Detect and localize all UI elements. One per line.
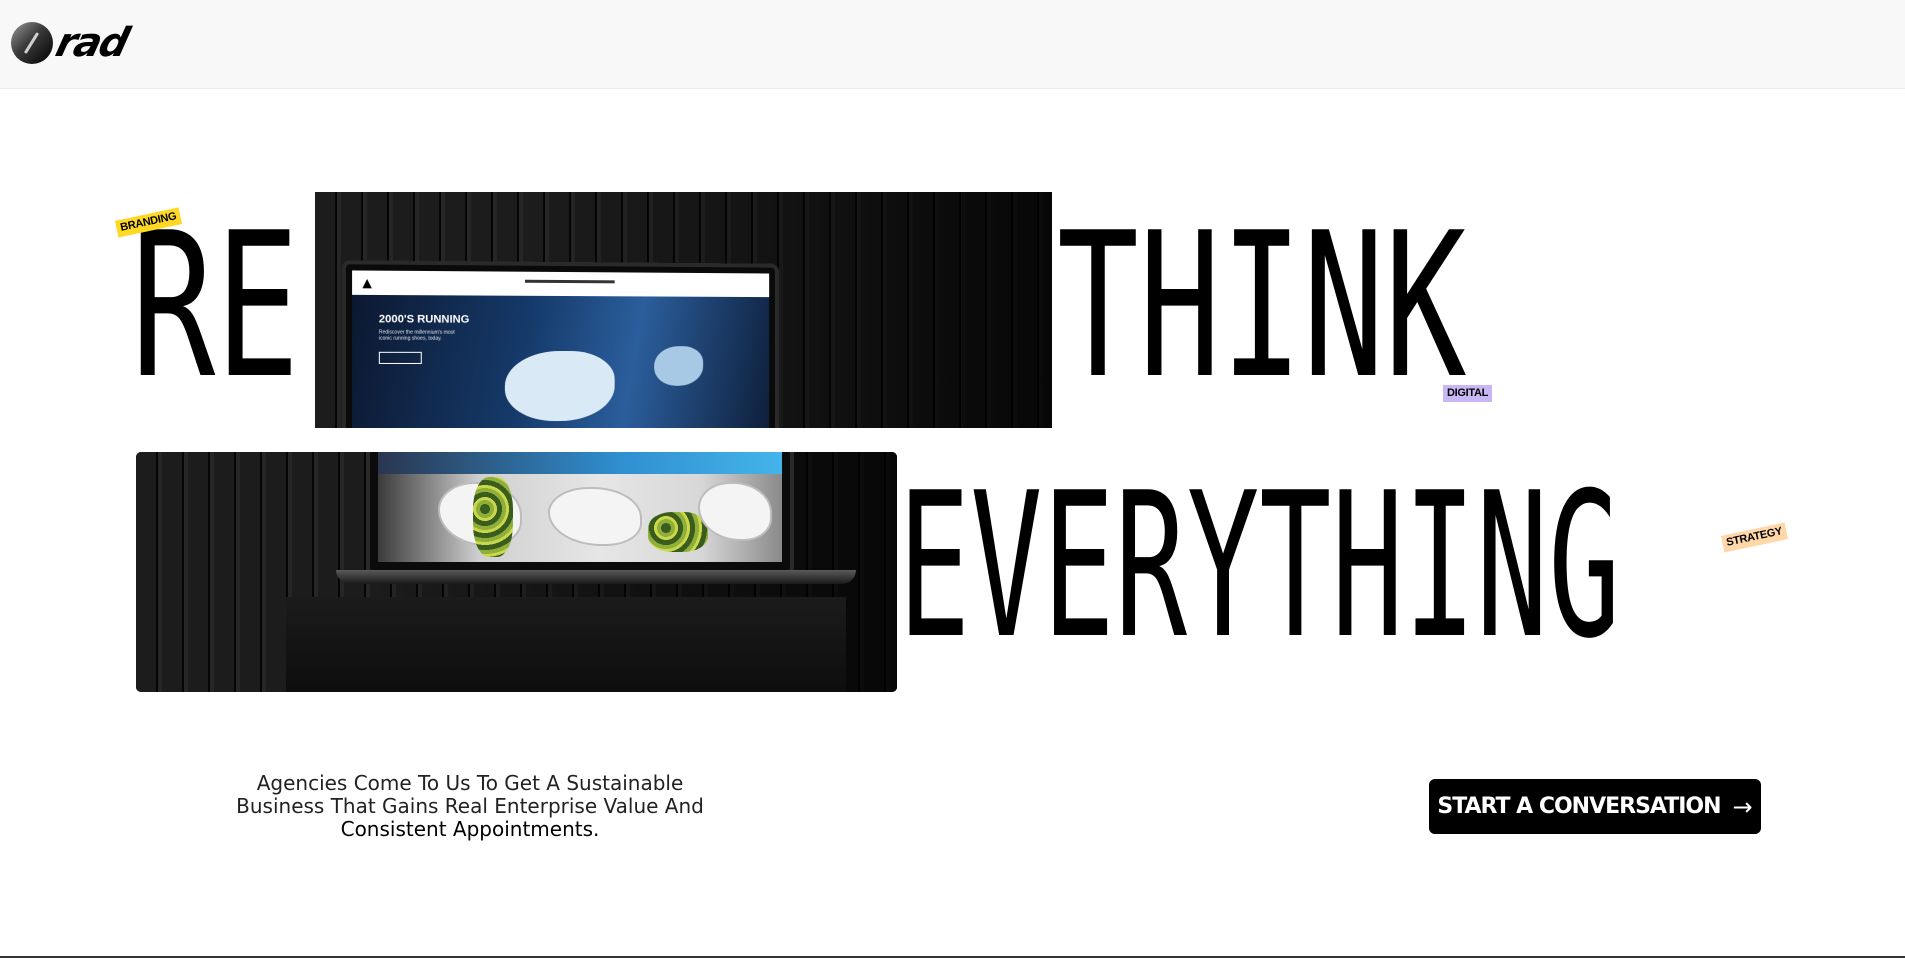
preview-nav: ▲ — [352, 270, 770, 298]
hero-word-everything: EVERYTHING — [898, 450, 1621, 683]
preview-subtitle: Rediscover the millennium's most iconic … — [378, 329, 455, 342]
hero-image-bottom — [136, 452, 897, 692]
start-conversation-button[interactable]: START A CONVERSATION → — [1429, 779, 1761, 834]
tagline: Agencies Come To Us To Get A Sustainable… — [210, 772, 730, 841]
website-preview: ▲ 2000'S RUNNING Rediscover the millenni… — [352, 270, 770, 428]
preview-button — [378, 351, 422, 364]
sneaker-image — [548, 487, 642, 546]
preview-top-bar — [378, 452, 782, 474]
tagline-line-3: Consistent Appointments. — [340, 817, 600, 841]
stripes-logo-icon: ▲ — [362, 275, 372, 290]
camo-sneaker-image — [648, 512, 708, 552]
pedestal — [286, 597, 846, 692]
logo-text: rad — [51, 20, 133, 66]
tagline-line-1: Agencies Come To Us To Get A Sustainable — [256, 771, 684, 795]
hero-word-think: THINK — [1057, 190, 1467, 423]
logo-mark-icon — [11, 22, 53, 64]
sneaker-grid-preview — [378, 452, 782, 562]
preview-title: 2000'S RUNNING — [378, 313, 470, 326]
tagline-line-2: Business That Gains Real Enterprise Valu… — [236, 794, 704, 818]
site-header: rad — [0, 0, 1905, 89]
strategy-tag: STRATEGY — [1720, 522, 1788, 553]
laptop-base — [336, 570, 856, 584]
nav-line — [524, 279, 615, 284]
digital-tag: DIGITAL — [1443, 385, 1493, 402]
camo-sneaker-image — [473, 477, 513, 557]
laptop-screen: ▲ 2000'S RUNNING Rediscover the millenni… — [341, 260, 779, 428]
shoe-image — [504, 350, 615, 422]
hero-image-top: ▲ 2000'S RUNNING Rediscover the millenni… — [315, 192, 1052, 428]
logo-link[interactable]: rad — [11, 20, 132, 66]
arrow-right-icon: → — [1732, 792, 1753, 821]
hero-word-re: RE — [131, 190, 300, 423]
laptop-screen-lower — [366, 452, 794, 574]
cta-label: START A CONVERSATION — [1437, 794, 1721, 819]
preview-hero: 2000'S RUNNING Rediscover the millennium… — [352, 294, 770, 428]
shoe-image — [654, 346, 704, 386]
sneaker-image — [698, 482, 772, 541]
